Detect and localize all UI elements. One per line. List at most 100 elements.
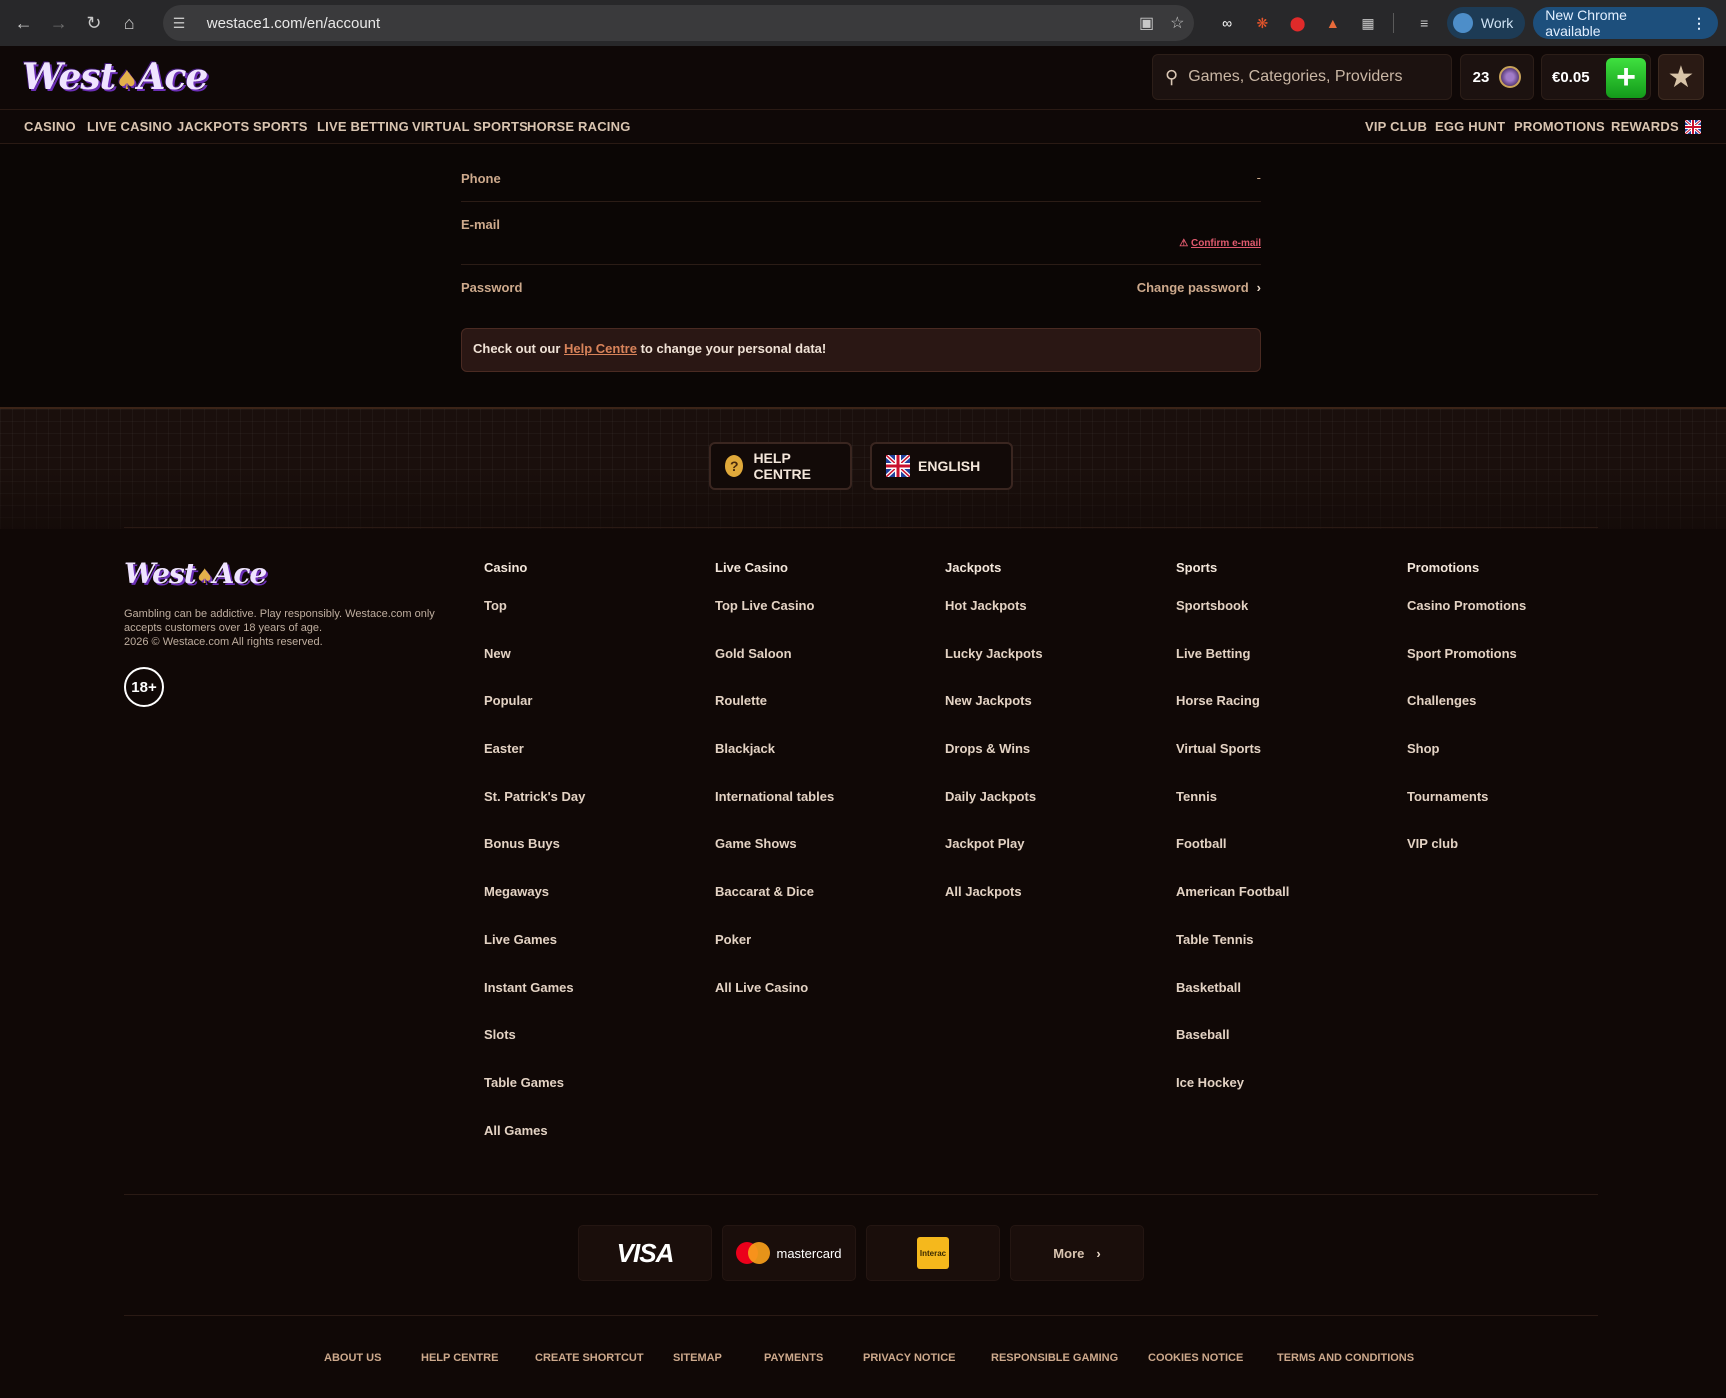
visa-card[interactable]: VISA: [578, 1225, 712, 1281]
balance-widget[interactable]: €0.05 +: [1541, 54, 1651, 100]
coins-button[interactable]: 23: [1460, 54, 1534, 100]
site-info-icon[interactable]: ☰: [173, 15, 195, 32]
link-create-shortcut[interactable]: CREATE SHORTCUT: [535, 1352, 644, 1364]
link-payments[interactable]: PAYMENTS: [764, 1352, 823, 1364]
footer-link[interactable]: Tennis: [1176, 777, 1289, 825]
more-payments-button[interactable]: More ›: [1010, 1225, 1144, 1281]
bookmark-star-icon[interactable]: ☆: [1170, 13, 1184, 33]
footer-link[interactable]: Football: [1176, 824, 1289, 872]
footer-link[interactable]: St. Patrick's Day: [484, 777, 585, 825]
footer-link[interactable]: All Live Casino: [715, 968, 834, 1016]
footer-link[interactable]: New: [484, 634, 585, 682]
footer-link[interactable]: Poker: [715, 920, 834, 968]
footer-link[interactable]: Baccarat & Dice: [715, 872, 834, 920]
footer-link[interactable]: Table Games: [484, 1063, 585, 1111]
nav-casino[interactable]: CASINO: [24, 119, 76, 134]
link-cookies-notice[interactable]: COOKIES NOTICE: [1148, 1352, 1243, 1364]
footer-link[interactable]: International tables: [715, 777, 834, 825]
footer-link[interactable]: Slots: [484, 1015, 585, 1063]
game-search[interactable]: ⚲ Games, Categories, Providers: [1152, 54, 1452, 100]
address-bar[interactable]: ☰ westace1.com/en/account ▣ ☆: [162, 5, 1195, 41]
footer-link[interactable]: All Games: [484, 1111, 585, 1159]
footer-link[interactable]: Live Betting: [1176, 634, 1289, 682]
mastercard-card[interactable]: mastercard: [722, 1225, 856, 1281]
footer-link[interactable]: Easter: [484, 729, 585, 777]
nav-live-betting[interactable]: LIVE BETTING: [317, 119, 409, 134]
footer-link[interactable]: Instant Games: [484, 968, 585, 1016]
uk-flag-icon[interactable]: [1685, 120, 1701, 134]
footer-link[interactable]: Drops & Wins: [945, 729, 1043, 777]
profile-button[interactable]: Work: [1446, 7, 1526, 39]
kebab-menu-icon[interactable]: ⋮: [1692, 15, 1706, 32]
footer-link[interactable]: Hot Jackpots: [945, 586, 1043, 634]
footer-link[interactable]: Sportsbook: [1176, 586, 1289, 634]
link-responsible-gaming[interactable]: RESPONSIBLE GAMING: [991, 1352, 1118, 1364]
footer-link[interactable]: Game Shows: [715, 824, 834, 872]
footer-link[interactable]: Bonus Buys: [484, 824, 585, 872]
footer-link[interactable]: Popular: [484, 681, 585, 729]
footer-logo[interactable]: West♠Ace: [124, 557, 267, 590]
reading-list-icon[interactable]: ≡: [1410, 8, 1439, 38]
reload-icon[interactable]: ↻: [78, 7, 109, 39]
footer-link[interactable]: Challenges: [1407, 681, 1526, 729]
footer-link[interactable]: Shop: [1407, 729, 1526, 777]
extension-orange-icon[interactable]: ❋: [1248, 8, 1277, 38]
deposit-plus-button[interactable]: +: [1606, 58, 1646, 98]
cast-icon[interactable]: ▣: [1139, 13, 1154, 33]
nav-egg-hunt[interactable]: EGG HUNT: [1435, 119, 1505, 134]
footer-link[interactable]: VIP club: [1407, 824, 1526, 872]
nav-live-casino[interactable]: LIVE CASINO: [87, 119, 172, 134]
extension-link-icon[interactable]: ∞: [1212, 8, 1241, 38]
link-privacy-notice[interactable]: PRIVACY NOTICE: [863, 1352, 956, 1364]
footer-link[interactable]: Horse Racing: [1176, 681, 1289, 729]
interac-card[interactable]: Interac: [866, 1225, 1000, 1281]
extensions-puzzle-icon[interactable]: ▦: [1353, 8, 1382, 38]
link-about-us[interactable]: ABOUT US: [324, 1352, 381, 1364]
footer-link[interactable]: Blackjack: [715, 729, 834, 777]
nav-vip-club[interactable]: VIP CLUB: [1365, 119, 1427, 134]
link-sitemap[interactable]: SITEMAP: [673, 1352, 722, 1364]
link-help-centre[interactable]: HELP CENTRE: [421, 1352, 498, 1364]
language-button[interactable]: ENGLISH: [870, 442, 1013, 490]
footer-link[interactable]: Virtual Sports: [1176, 729, 1289, 777]
footer-link[interactable]: Top Live Casino: [715, 586, 834, 634]
footer-link[interactable]: Casino Promotions: [1407, 586, 1526, 634]
footer-link[interactable]: Ice Hockey: [1176, 1063, 1289, 1111]
footer-link[interactable]: Roulette: [715, 681, 834, 729]
forward-icon[interactable]: →: [43, 7, 74, 39]
footer-link[interactable]: Live Games: [484, 920, 585, 968]
nav-sports[interactable]: SPORTS: [253, 119, 308, 134]
footer-link[interactable]: Daily Jackpots: [945, 777, 1043, 825]
site-logo[interactable]: West♠Ace: [22, 56, 208, 98]
home-icon[interactable]: ⌂: [114, 7, 145, 39]
footer-link[interactable]: Gold Saloon: [715, 634, 834, 682]
help-centre-link[interactable]: Help Centre: [564, 341, 637, 356]
back-icon[interactable]: ←: [8, 7, 39, 39]
footer-link[interactable]: Basketball: [1176, 968, 1289, 1016]
extension-fox-icon[interactable]: ▲: [1318, 8, 1347, 38]
footer-link[interactable]: New Jackpots: [945, 681, 1043, 729]
link-terms-and-conditions[interactable]: TERMS AND CONDITIONS: [1277, 1352, 1414, 1364]
footer-link[interactable]: American Football: [1176, 872, 1289, 920]
url-text[interactable]: westace1.com/en/account: [207, 15, 1123, 32]
footer-link[interactable]: Tournaments: [1407, 777, 1526, 825]
nav-horse-racing[interactable]: HORSE RACING: [527, 119, 631, 134]
footer-link[interactable]: Table Tennis: [1176, 920, 1289, 968]
nav-rewards[interactable]: REWARDS: [1611, 119, 1679, 134]
nav-promotions[interactable]: PROMOTIONS: [1514, 119, 1605, 134]
confirm-email-link[interactable]: ⚠ Confirm e-mail: [1179, 238, 1261, 249]
footer-link[interactable]: Sport Promotions: [1407, 634, 1526, 682]
footer-link[interactable]: Top: [484, 586, 585, 634]
nav-virtual-sports[interactable]: VIRTUAL SPORTS: [412, 119, 528, 134]
footer-link[interactable]: Lucky Jackpots: [945, 634, 1043, 682]
nav-jackpots[interactable]: JACKPOTS: [177, 119, 249, 134]
help-centre-button[interactable]: ? HELP CENTRE: [709, 442, 852, 490]
user-avatar[interactable]: ★: [1658, 54, 1704, 100]
footer-link[interactable]: Megaways: [484, 872, 585, 920]
chrome-update-button[interactable]: New Chrome available ⋮: [1533, 7, 1718, 39]
footer-link[interactable]: All Jackpots: [945, 872, 1043, 920]
footer-link[interactable]: Jackpot Play: [945, 824, 1043, 872]
change-password-link[interactable]: Change password ›: [1137, 280, 1261, 295]
footer-link[interactable]: Baseball: [1176, 1015, 1289, 1063]
extension-red-icon[interactable]: ⬤: [1283, 8, 1312, 38]
